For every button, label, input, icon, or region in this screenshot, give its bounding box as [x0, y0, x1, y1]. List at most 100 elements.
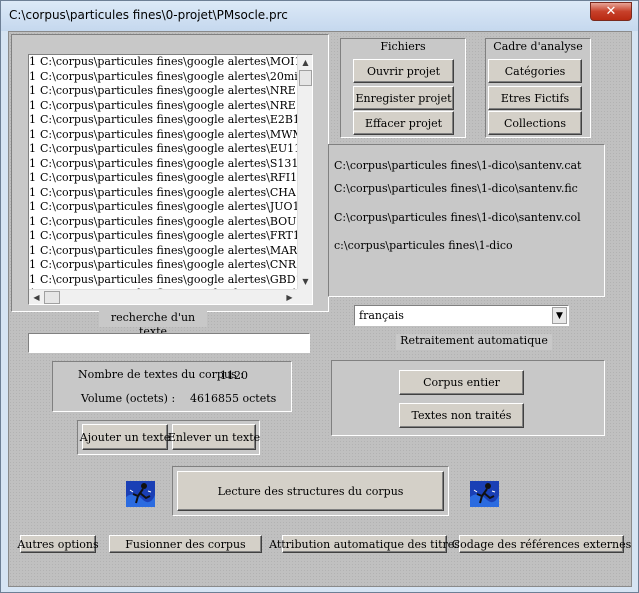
- list-item-count: 1: [29, 55, 36, 68]
- list-item-count: 1: [29, 214, 36, 228]
- scroll-up-icon[interactable]: ▲: [298, 55, 312, 70]
- fictifs-path: C:\corpus\particules fines\1-dico\santen…: [334, 182, 578, 195]
- list-item-count: 1: [29, 142, 36, 155]
- list-item-path: C:\corpus\particules fines\google alerte…: [40, 55, 297, 68]
- list-item-path: C:\corpus\particules fines\google alerte…: [40, 185, 297, 199]
- list-item[interactable]: 1 C:\corpus\particules fines\google alert…: [29, 99, 297, 114]
- volume-value: 4616855 octets: [190, 392, 277, 405]
- list-item[interactable]: 1 C:\corpus\particules fines\google alert…: [29, 273, 297, 288]
- corpus-stats-panel: Nombre de textes du corpus : 1120 Volume…: [52, 361, 292, 412]
- cadre-title: Cadre d'analyse: [493, 40, 583, 53]
- list-item[interactable]: 1 C:\corpus\particules fines\google alert…: [29, 70, 297, 85]
- list-item[interactable]: 1 C:\corpus\particules fines\google alert…: [29, 200, 297, 215]
- list-item-count: 1: [29, 156, 36, 170]
- list-item[interactable]: 1 C:\corpus\particules fines\google alert…: [29, 55, 297, 70]
- dico-path: c:\corpus\particules fines\1-dico: [334, 239, 513, 252]
- list-item-count: 1: [29, 272, 36, 286]
- scroll-thumb[interactable]: [299, 70, 312, 86]
- save-project-button[interactable]: Enregister projet: [353, 86, 454, 110]
- external-refs-button[interactable]: Codage des références externes: [452, 535, 631, 553]
- text-actions-group: Ajouter un texte Enlever un texte: [77, 420, 260, 455]
- vertical-scrollbar[interactable]: ▲ ▼: [297, 55, 312, 289]
- dictionary-paths-panel: C:\corpus\particules fines\1-dico\santen…: [328, 144, 605, 297]
- list-item-count: 1: [29, 98, 36, 112]
- corpus-entier-button[interactable]: Corpus entier: [399, 370, 524, 395]
- list-item-path: C:\corpus\particules fines\google alerte…: [40, 229, 297, 242]
- fichiers-group: Fichiers Ouvrir projet Enregister projet…: [340, 38, 466, 138]
- list-item[interactable]: 1 C:\corpus\particules fines\google alert…: [29, 229, 297, 244]
- list-item[interactable]: 1 C:\corpus\particules fines\google alert…: [29, 171, 297, 186]
- list-item-path: C:\corpus\particules fines\google alerte…: [40, 258, 297, 271]
- list-item-count: 1: [29, 200, 36, 213]
- list-item[interactable]: 1 C:\corpus\particules fines\google alert…: [29, 157, 297, 172]
- search-label: recherche d'un texte: [99, 311, 207, 338]
- language-select[interactable]: français ▼: [354, 305, 569, 326]
- scroll-down-icon[interactable]: ▼: [298, 274, 312, 289]
- list-item-count: 1: [29, 84, 36, 97]
- other-options-button[interactable]: Autres options: [17, 535, 99, 553]
- merge-corpus-button[interactable]: Fusionner des corpus: [109, 535, 262, 553]
- list-item-count: 1: [29, 113, 36, 126]
- list-item[interactable]: 1 C:\corpus\particules fines\google alert…: [29, 142, 297, 157]
- title-bar: C:\corpus\particules fines\0-projet\PMso…: [1, 1, 638, 31]
- list-item[interactable]: 1 C:\corpus\particules fines\google alert…: [29, 186, 297, 201]
- window-title: C:\corpus\particules fines\0-projet\PMso…: [9, 8, 288, 22]
- retraitement-label: Retraitement automatique: [396, 334, 552, 350]
- collections-button[interactable]: Collections: [488, 111, 582, 135]
- list-item-path: C:\corpus\particules fines\google alerte…: [40, 98, 297, 112]
- main-panel: 1 C:\corpus\particules fines\google alert…: [8, 31, 632, 587]
- list-item-path: C:\corpus\particules fines\google alerte…: [40, 84, 297, 97]
- open-project-button[interactable]: Ouvrir projet: [353, 59, 454, 83]
- remove-text-button[interactable]: Enlever un texte: [168, 424, 260, 450]
- delete-project-button[interactable]: Effacer projet: [353, 111, 454, 135]
- cadre-analyse-group: Cadre d'analyse Catégories Etres Fictifs…: [485, 38, 591, 138]
- file-list[interactable]: 1 C:\corpus\particules fines\google alert…: [28, 54, 313, 305]
- collections-path: C:\corpus\particules fines\1-dico\santen…: [334, 211, 581, 224]
- close-button[interactable]: ✕: [590, 2, 632, 21]
- list-item[interactable]: 1 C:\corpus\particules fines\google alert…: [29, 215, 297, 230]
- auto-titles-button[interactable]: Attribution automatique des titres: [269, 535, 460, 553]
- search-input[interactable]: [28, 333, 310, 353]
- categories-path: C:\corpus\particules fines\1-dico\santen…: [334, 159, 582, 172]
- list-item-path: C:\corpus\particules fines\google alerte…: [40, 200, 297, 213]
- scroll-right-icon[interactable]: ▶: [282, 290, 297, 304]
- scroll-thumb-horizontal[interactable]: [44, 291, 60, 304]
- list-item[interactable]: 1 C:\corpus\particules fines\google alert…: [29, 113, 297, 128]
- retraitement-group: Corpus entier Textes non traités: [331, 360, 605, 436]
- list-item-path: C:\corpus\particules fines\google alerte…: [40, 113, 297, 126]
- list-item-count: 1: [29, 258, 36, 271]
- list-item-path: C:\corpus\particules fines\google alerte…: [40, 243, 297, 257]
- volume-label: Volume (octets) :: [81, 392, 176, 405]
- list-item-path: C:\corpus\particules fines\google alerte…: [40, 69, 297, 83]
- fichiers-title: Fichiers: [380, 40, 426, 53]
- list-item[interactable]: 1 C:\corpus\particules fines\google alert…: [29, 258, 297, 273]
- read-structures-frame: Lecture des structures du corpus: [172, 466, 449, 516]
- language-selected-value: français: [359, 309, 404, 322]
- runner-icon-left: [124, 477, 157, 510]
- list-item-count: 1: [29, 243, 36, 257]
- list-item-count: 1: [29, 127, 36, 141]
- scroll-left-icon[interactable]: ◀: [29, 290, 44, 304]
- list-item-path: C:\corpus\particules fines\google alerte…: [40, 214, 297, 228]
- list-item[interactable]: 1 C:\corpus\particules fines\google alert…: [29, 84, 297, 99]
- count-label: Nombre de textes du corpus :: [78, 368, 244, 381]
- chevron-down-icon[interactable]: ▼: [552, 307, 567, 324]
- list-item-count: 1: [29, 171, 36, 184]
- etres-fictifs-button[interactable]: Etres Fictifs: [488, 86, 582, 110]
- app-window: C:\corpus\particules fines\0-projet\PMso…: [0, 0, 639, 593]
- horizontal-scrollbar[interactable]: ◀ ▶: [29, 289, 297, 304]
- runner-icon-right: [468, 477, 501, 510]
- scroll-corner: [297, 289, 312, 304]
- categories-button[interactable]: Catégories: [488, 59, 582, 83]
- list-item[interactable]: 1 C:\corpus\particules fines\google alert…: [29, 128, 297, 143]
- list-item-path: C:\corpus\particules fines\google alerte…: [40, 156, 297, 170]
- list-item-count: 1: [29, 69, 36, 83]
- count-value: 1120: [220, 369, 248, 382]
- add-text-button[interactable]: Ajouter un texte: [80, 424, 170, 450]
- list-item[interactable]: 1 C:\corpus\particules fines\google alert…: [29, 244, 297, 259]
- list-item-path: C:\corpus\particules fines\google alerte…: [40, 142, 297, 155]
- list-item-path: C:\corpus\particules fines\google alerte…: [40, 127, 297, 141]
- textes-non-traites-button[interactable]: Textes non traités: [399, 403, 524, 428]
- read-structures-button[interactable]: Lecture des structures du corpus: [177, 471, 444, 511]
- list-item-count: 1: [29, 185, 36, 199]
